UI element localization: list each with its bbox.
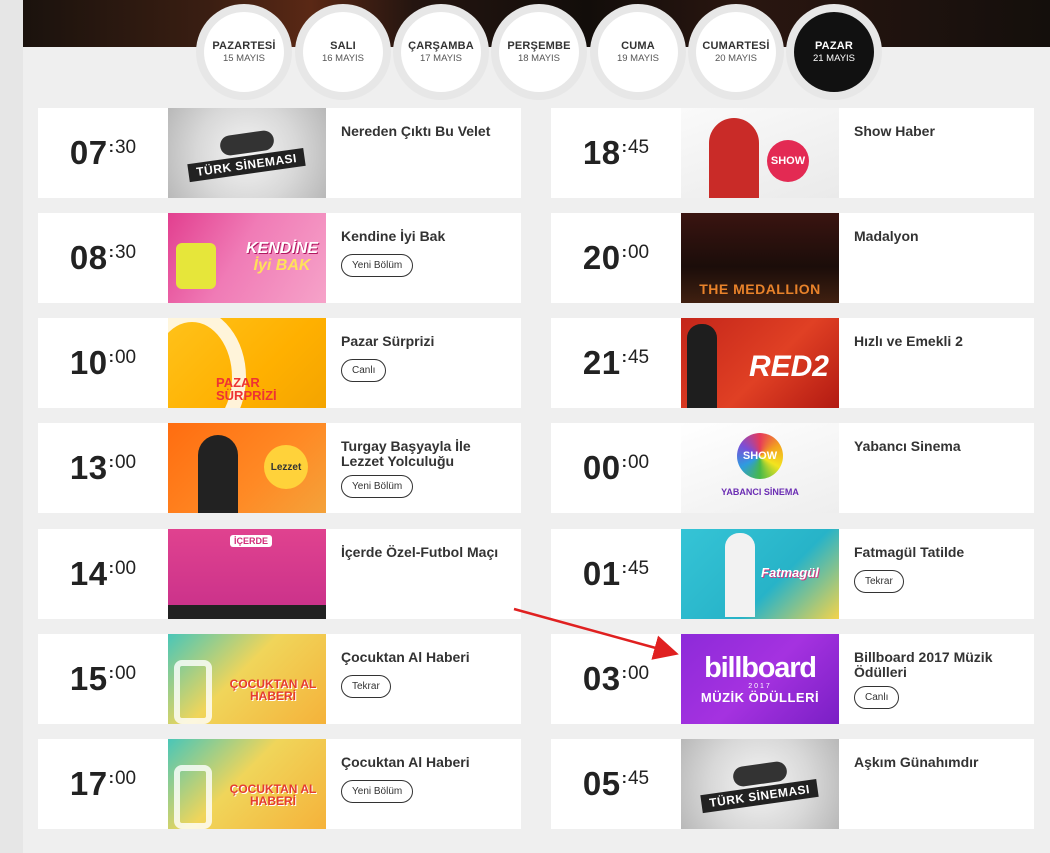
program-time: 01:45 [582, 555, 650, 592]
program-time: 17:00 [69, 765, 137, 802]
program-title[interactable]: Fatmagül Tatilde Tekrar [854, 545, 1024, 593]
program-thumbnail[interactable]: ÇOCUKTAN AL HABERİ [168, 634, 326, 724]
program-card[interactable]: 15:00 ÇOCUKTAN AL HABERİ Çocuktan Al Hab… [38, 634, 521, 724]
day-name: CUMARTESİ [702, 40, 770, 52]
day-date: 15 MAYIS [222, 53, 266, 64]
program-title[interactable]: Çocuktan Al Haberi Tekrar [341, 650, 511, 698]
program-time: 14:00 [69, 555, 137, 592]
schedule-page: PAZARTESİ 15 MAYIS SALI 16 MAYIS ÇARŞAMBA 1… [23, 0, 1050, 853]
program-card[interactable]: 20:00 THE MEDALLION Madalyon [551, 213, 1034, 303]
program-title[interactable]: Madalyon [854, 229, 1024, 244]
day-selector: PAZARTESİ 15 MAYIS SALI 16 MAYIS ÇARŞAMBA 1… [23, 0, 1050, 100]
program-card[interactable]: 13:00 Lezzet Turgay Başyayla İle Lezzet … [38, 423, 521, 513]
program-card[interactable]: 10:00 PAZAR SÜRPRİZİ Pazar Sürprizi Canlı [38, 318, 521, 408]
status-badge[interactable]: Yeni Bölüm [341, 780, 414, 803]
program-time: 20:00 [582, 239, 650, 276]
status-badge[interactable]: Tekrar [341, 675, 391, 698]
program-thumbnail[interactable]: TÜRK SİNEMASI [168, 108, 326, 198]
day-date: 17 MAYIS [419, 53, 463, 64]
status-badge[interactable]: Tekrar [854, 570, 904, 593]
day-tab-wednesday[interactable]: ÇARŞAMBA 17 MAYIS [393, 4, 489, 100]
program-title[interactable]: Hızlı ve Emekli 2 [854, 334, 1024, 349]
program-thumbnail[interactable]: Fatmagül [681, 529, 839, 619]
program-title[interactable]: Çocuktan Al Haberi Yeni Bölüm [341, 755, 511, 803]
program-thumbnail[interactable]: İÇERDE [168, 529, 326, 619]
program-card[interactable]: 07:30 TÜRK SİNEMASI Nereden Çıktı Bu Vel… [38, 108, 521, 198]
program-time: 18:45 [582, 134, 650, 171]
program-thumbnail[interactable]: PAZAR SÜRPRİZİ [168, 318, 326, 408]
program-card[interactable]: 03:00 billboard 2017 MÜZİK ÖDÜLLERİ Billbo… [551, 634, 1034, 724]
day-name: SALI [330, 40, 356, 52]
program-title[interactable]: Nereden Çıktı Bu Velet [341, 124, 511, 139]
day-name: PAZARTESİ [212, 40, 276, 52]
program-thumbnail[interactable]: TÜRK SİNEMASI [681, 739, 839, 829]
program-time: 13:00 [69, 449, 137, 486]
day-tab-tuesday[interactable]: SALI 16 MAYIS [295, 4, 391, 100]
program-title[interactable]: Billboard 2017 Müzik Ödülleri Canlı [854, 650, 1024, 709]
program-card[interactable]: 21:45 RED2 Hızlı ve Emekli 2 [551, 318, 1034, 408]
program-time: 15:00 [69, 660, 137, 697]
program-title[interactable]: Yabancı Sinema [854, 439, 1024, 454]
program-thumbnail[interactable]: SHOW YABANCI SİNEMA [681, 423, 839, 513]
day-name: ÇARŞAMBA [408, 40, 474, 52]
program-thumbnail[interactable]: ÇOCUKTAN AL HABERİ [168, 739, 326, 829]
program-title[interactable]: Show Haber [854, 124, 1024, 139]
day-tab-friday[interactable]: CUMA 19 MAYIS [590, 4, 686, 100]
status-badge[interactable]: Yeni Bölüm [341, 475, 414, 498]
program-card[interactable]: 05:45 TÜRK SİNEMASI Aşkım Günahımdır [551, 739, 1034, 829]
day-name: PAZAR [814, 40, 854, 52]
program-time: 05:45 [582, 765, 650, 802]
program-time: 10:00 [69, 344, 137, 381]
day-tab-thursday[interactable]: PERŞEMBE 18 MAYIS [491, 4, 587, 100]
program-time: 08:30 [69, 239, 137, 276]
program-time: 21:45 [582, 344, 650, 381]
day-tab-sunday[interactable]: PAZAR 21 MAYIS [786, 4, 882, 100]
program-title[interactable]: İçerde Özel-Futbol Maçı [341, 545, 511, 560]
program-card[interactable]: 17:00 ÇOCUKTAN AL HABERİ Çocuktan Al Hab… [38, 739, 521, 829]
program-thumbnail[interactable]: KENDİNE İyi BAK [168, 213, 326, 303]
day-date: 19 MAYIS [616, 53, 660, 64]
program-card[interactable]: 14:00 İÇERDE İçerde Özel-Futbol Maçı [38, 529, 521, 619]
program-thumbnail[interactable]: THE MEDALLION [681, 213, 839, 303]
program-thumbnail[interactable]: SHOW [681, 108, 839, 198]
day-date: 21 MAYIS [812, 53, 856, 64]
program-card[interactable]: 00:00 SHOW YABANCI SİNEMA Yabancı Sinema [551, 423, 1034, 513]
status-badge[interactable]: Yeni Bölüm [341, 254, 414, 277]
status-badge[interactable]: Canlı [341, 359, 387, 382]
status-badge[interactable]: Canlı [854, 686, 900, 709]
program-card[interactable]: 08:30 KENDİNE İyi BAK Kendine İyi Bak Yeni… [38, 213, 521, 303]
day-tab-saturday[interactable]: CUMARTESİ 20 MAYIS [688, 4, 784, 100]
program-time: 07:30 [69, 134, 137, 171]
program-time: 00:00 [582, 449, 650, 486]
day-name: PERŞEMBE [507, 40, 571, 52]
day-date: 16 MAYIS [321, 53, 365, 64]
program-title[interactable]: Pazar Sürprizi Canlı [341, 334, 511, 382]
program-title[interactable]: Kendine İyi Bak Yeni Bölüm [341, 229, 511, 277]
program-thumbnail[interactable]: billboard 2017 MÜZİK ÖDÜLLERİ [681, 634, 839, 724]
day-name: CUMA [621, 40, 655, 52]
program-thumbnail[interactable]: Lezzet [168, 423, 326, 513]
program-card[interactable]: 18:45 SHOW Show Haber [551, 108, 1034, 198]
program-title[interactable]: Turgay Başyayla İle Lezzet Yolculuğu Yeni… [341, 439, 511, 498]
program-thumbnail[interactable]: RED2 [681, 318, 839, 408]
program-time: 03:00 [582, 660, 650, 697]
program-card[interactable]: 01:45 Fatmagül Fatmagül Tatilde Tekrar [551, 529, 1034, 619]
day-tab-monday[interactable]: PAZARTESİ 15 MAYIS [196, 4, 292, 100]
day-date: 20 MAYIS [714, 53, 758, 64]
day-date: 18 MAYIS [517, 53, 561, 64]
program-title[interactable]: Aşkım Günahımdır [854, 755, 1024, 770]
